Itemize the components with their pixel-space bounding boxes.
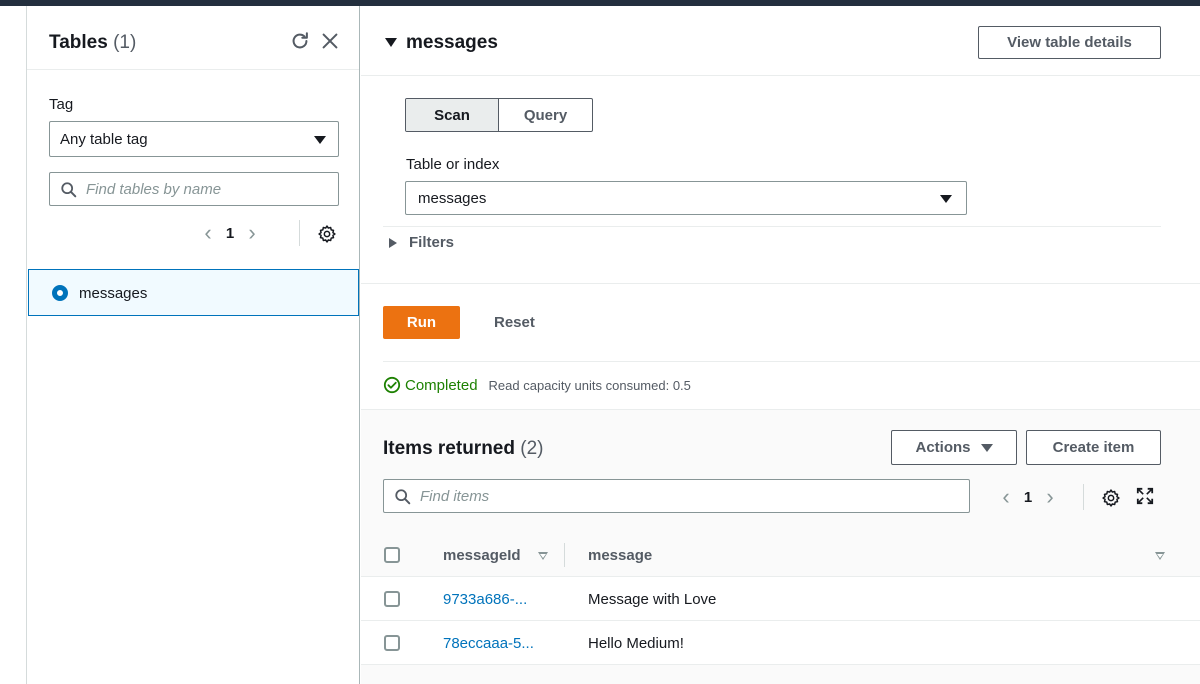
table-or-index-value: messages [418, 190, 487, 207]
table-header-row: messageId message [361, 533, 1200, 577]
caret-down-icon [314, 136, 326, 144]
tag-select-value: Any table tag [60, 131, 148, 148]
check-circle-icon [383, 376, 401, 394]
filters-expander[interactable]: Filters [389, 234, 454, 251]
prev-page-icon[interactable]: ‹ [997, 484, 1015, 509]
tables-panel: Tables (1) Tag Any table tag ‹ 1 › messa [26, 6, 360, 684]
find-items-input[interactable] [420, 484, 960, 508]
items-count: (2) [520, 438, 544, 459]
search-icon [61, 182, 77, 198]
item-message: Message with Love [588, 591, 717, 608]
items-table: messageId message 9733a686-... Message w… [361, 533, 1200, 665]
pager-divider [1083, 484, 1084, 510]
column-header-message[interactable]: message [588, 547, 652, 564]
divider [383, 226, 1161, 227]
sort-icon[interactable] [1155, 552, 1165, 560]
row-checkbox[interactable] [384, 591, 400, 607]
actions-button[interactable]: Actions [891, 430, 1017, 465]
current-page-number[interactable]: 1 [217, 225, 243, 242]
caret-right-icon [389, 237, 397, 248]
prev-page-icon[interactable]: ‹ [199, 220, 217, 245]
gear-icon[interactable] [317, 224, 337, 244]
pager-divider [299, 220, 300, 246]
items-returned-title: Items returned (2) [383, 438, 544, 459]
table-explorer: messages View table details Scan Query T… [361, 6, 1200, 684]
sort-icon[interactable] [538, 552, 548, 560]
table-title: messages [406, 32, 498, 53]
refresh-icon[interactable] [289, 30, 311, 52]
column-divider[interactable] [564, 543, 565, 567]
collapse-caret-icon[interactable] [385, 38, 397, 47]
tab-scan[interactable]: Scan [406, 99, 499, 131]
tables-panel-header: Tables (1) [27, 6, 359, 70]
table-row: 78eccaaa-5... Hello Medium! [361, 621, 1200, 665]
tables-pagination: ‹ 1 › [199, 220, 261, 245]
reset-button[interactable]: Reset [494, 314, 535, 331]
tables-panel-title: Tables (1) [49, 32, 137, 53]
view-table-details-button[interactable]: View table details [978, 26, 1161, 59]
table-or-index-label: Table or index [406, 156, 500, 173]
tag-label: Tag [49, 96, 74, 113]
item-id-link[interactable]: 9733a686-... [443, 591, 527, 608]
search-icon [395, 489, 411, 505]
next-page-icon[interactable]: › [243, 220, 261, 245]
table-radio-selected[interactable] [52, 285, 68, 301]
tag-select[interactable]: Any table tag [49, 121, 339, 157]
table-item-label: messages [79, 285, 148, 302]
items-pagination: ‹ 1 › [997, 484, 1059, 509]
table-header: messages View table details [361, 6, 1200, 76]
status-text: Completed [405, 376, 478, 394]
next-page-icon[interactable]: › [1041, 484, 1059, 509]
tab-query[interactable]: Query [499, 99, 592, 131]
find-items-search [383, 479, 970, 513]
divider [383, 361, 1200, 362]
fullscreen-icon[interactable] [1136, 487, 1154, 505]
column-header-messageid[interactable]: messageId [443, 547, 521, 564]
select-all-checkbox[interactable] [384, 547, 400, 563]
tables-count: (1) [113, 32, 137, 53]
divider [361, 283, 1200, 284]
table-item-messages[interactable]: messages [28, 269, 359, 316]
caret-down-icon [980, 443, 993, 452]
current-page-number[interactable]: 1 [1015, 489, 1041, 506]
find-tables-input[interactable] [86, 177, 326, 201]
create-item-button[interactable]: Create item [1026, 430, 1161, 465]
filters-label: Filters [409, 234, 455, 251]
items-returned-section: Items returned (2) Actions Create item ‹… [361, 409, 1200, 684]
close-icon[interactable] [319, 30, 341, 52]
item-id-link[interactable]: 78eccaaa-5... [443, 635, 534, 652]
table-row: 9733a686-... Message with Love [361, 577, 1200, 621]
caret-down-icon [940, 195, 952, 203]
item-message: Hello Medium! [588, 635, 684, 652]
table-or-index-select[interactable]: messages [405, 181, 967, 215]
scan-query-toggle: Scan Query [405, 98, 593, 132]
scan-status: Completed Read capacity units consumed: … [383, 376, 691, 394]
gear-icon[interactable] [1101, 488, 1121, 508]
rcu-consumed-text: Read capacity units consumed: 0.5 [488, 377, 691, 393]
row-checkbox[interactable] [384, 635, 400, 651]
run-button[interactable]: Run [383, 306, 460, 339]
find-tables-search [49, 172, 339, 206]
